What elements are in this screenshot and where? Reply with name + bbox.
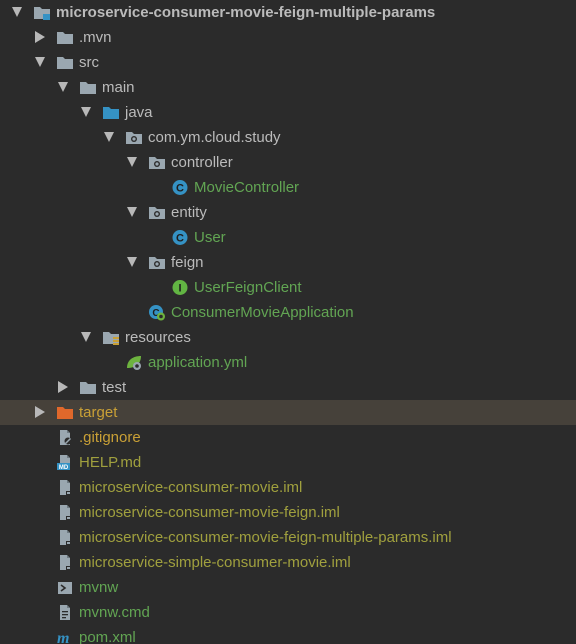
tree-item[interactable]: com.ym.cloud.study	[0, 125, 576, 150]
shell-script-icon	[56, 579, 74, 596]
folder-icon	[79, 79, 97, 96]
tree-item-label: entity	[171, 204, 207, 221]
collapse-arrow-icon[interactable]	[35, 31, 45, 43]
tree-item-label: resources	[125, 329, 191, 346]
tree-item[interactable]: main	[0, 75, 576, 100]
tree-item-label: microservice-simple-consumer-movie.iml	[79, 554, 351, 571]
tree-item-label: ConsumerMovieApplication	[171, 304, 354, 321]
tree-item[interactable]: mvnw.cmd	[0, 600, 576, 625]
tree-item-label: mvnw.cmd	[79, 604, 150, 621]
tree-item-label: .gitignore	[79, 429, 141, 446]
tree-item-label: mvnw	[79, 579, 119, 596]
tree-item[interactable]: .gitignore	[0, 425, 576, 450]
collapse-arrow-icon[interactable]	[58, 381, 68, 393]
package-icon	[148, 154, 166, 171]
project-tree: microservice-consumer-movie-feign-multip…	[0, 0, 576, 644]
tree-item[interactable]: resources	[0, 325, 576, 350]
spring-config-icon	[125, 354, 143, 371]
tree-item[interactable]: controller	[0, 150, 576, 175]
tree-item[interactable]: m pom.xml	[0, 625, 576, 644]
expand-arrow-icon[interactable]	[12, 7, 22, 17]
tree-item[interactable]: .mvn	[0, 25, 576, 50]
svg-text:m: m	[57, 630, 69, 644]
tree-item[interactable]: MD HELP.md	[0, 450, 576, 475]
resources-folder-icon	[102, 329, 120, 346]
class-icon: C	[171, 229, 189, 246]
iml-file-icon	[56, 554, 74, 571]
source-root-folder-icon	[102, 104, 120, 121]
tree-item[interactable]: microservice-consumer-movie.iml	[0, 475, 576, 500]
tree-item-label: UserFeignClient	[194, 279, 302, 296]
tree-item-label: microservice-consumer-movie-feign-multip…	[79, 529, 452, 546]
package-icon	[148, 204, 166, 221]
tree-item[interactable]: target	[0, 400, 576, 425]
tree-item-label: src	[79, 54, 99, 71]
tree-item[interactable]: microservice-consumer-movie-feign-multip…	[0, 0, 576, 25]
tree-item[interactable]: C User	[0, 225, 576, 250]
tree-item-label: MovieController	[194, 179, 300, 196]
expand-arrow-icon[interactable]	[81, 332, 91, 342]
tree-item[interactable]: test	[0, 375, 576, 400]
tree-item-label: test	[102, 379, 127, 396]
tree-item[interactable]: I UserFeignClient	[0, 275, 576, 300]
folder-icon	[79, 379, 97, 396]
tree-item-label: target	[79, 404, 118, 421]
expand-arrow-icon[interactable]	[58, 82, 68, 92]
package-icon	[125, 129, 143, 146]
tree-item[interactable]: microservice-consumer-movie-feign.iml	[0, 500, 576, 525]
tree-item-label: application.yml	[148, 354, 248, 371]
expand-arrow-icon[interactable]	[81, 107, 91, 117]
tree-item-label: .mvn	[79, 29, 112, 46]
expand-arrow-icon[interactable]	[104, 132, 114, 142]
tree-item[interactable]: src	[0, 50, 576, 75]
tree-item-label: HELP.md	[79, 454, 142, 471]
maven-pom-icon: m	[56, 629, 74, 644]
iml-file-icon	[56, 504, 74, 521]
markdown-file-icon: MD	[56, 454, 74, 471]
tree-item-label: User	[194, 229, 226, 246]
tree-item-label: pom.xml	[79, 629, 136, 644]
tree-item[interactable]: C ConsumerMovieApplication	[0, 300, 576, 325]
svg-text:C: C	[176, 183, 184, 195]
tree-item-label: java	[125, 104, 153, 121]
svg-text:MD: MD	[59, 465, 69, 471]
expand-arrow-icon[interactable]	[127, 257, 137, 267]
tree-item[interactable]: microservice-simple-consumer-movie.iml	[0, 550, 576, 575]
expand-arrow-icon[interactable]	[35, 57, 45, 67]
collapse-arrow-icon[interactable]	[35, 406, 45, 418]
excluded-folder-icon	[56, 404, 74, 421]
svg-text:I: I	[178, 283, 181, 295]
package-icon	[148, 254, 166, 271]
tree-item[interactable]: microservice-consumer-movie-feign-multip…	[0, 525, 576, 550]
spring-boot-class-icon: C	[148, 304, 166, 321]
svg-text:C: C	[176, 233, 184, 245]
text-file-icon	[56, 604, 74, 621]
tree-item[interactable]: mvnw	[0, 575, 576, 600]
tree-item[interactable]: feign	[0, 250, 576, 275]
interface-icon: I	[171, 279, 189, 296]
gitignore-file-icon	[56, 429, 74, 446]
folder-icon	[56, 54, 74, 71]
tree-item-label: feign	[171, 254, 204, 271]
class-icon: C	[171, 179, 189, 196]
expand-arrow-icon[interactable]	[127, 207, 137, 217]
tree-item-label: microservice-consumer-movie.iml	[79, 479, 303, 496]
tree-item[interactable]: C MovieController	[0, 175, 576, 200]
expand-arrow-icon[interactable]	[127, 157, 137, 167]
iml-file-icon	[56, 479, 74, 496]
tree-item-label: controller	[171, 154, 233, 171]
tree-item[interactable]: entity	[0, 200, 576, 225]
tree-item-label: microservice-consumer-movie-feign-multip…	[56, 4, 436, 21]
tree-item-label: microservice-consumer-movie-feign.iml	[79, 504, 340, 521]
tree-item[interactable]: application.yml	[0, 350, 576, 375]
module-folder-icon	[33, 4, 51, 21]
iml-file-icon	[56, 529, 74, 546]
tree-item-label: com.ym.cloud.study	[148, 129, 281, 146]
tree-item-label: main	[102, 79, 135, 96]
folder-icon	[56, 29, 74, 46]
tree-item[interactable]: java	[0, 100, 576, 125]
